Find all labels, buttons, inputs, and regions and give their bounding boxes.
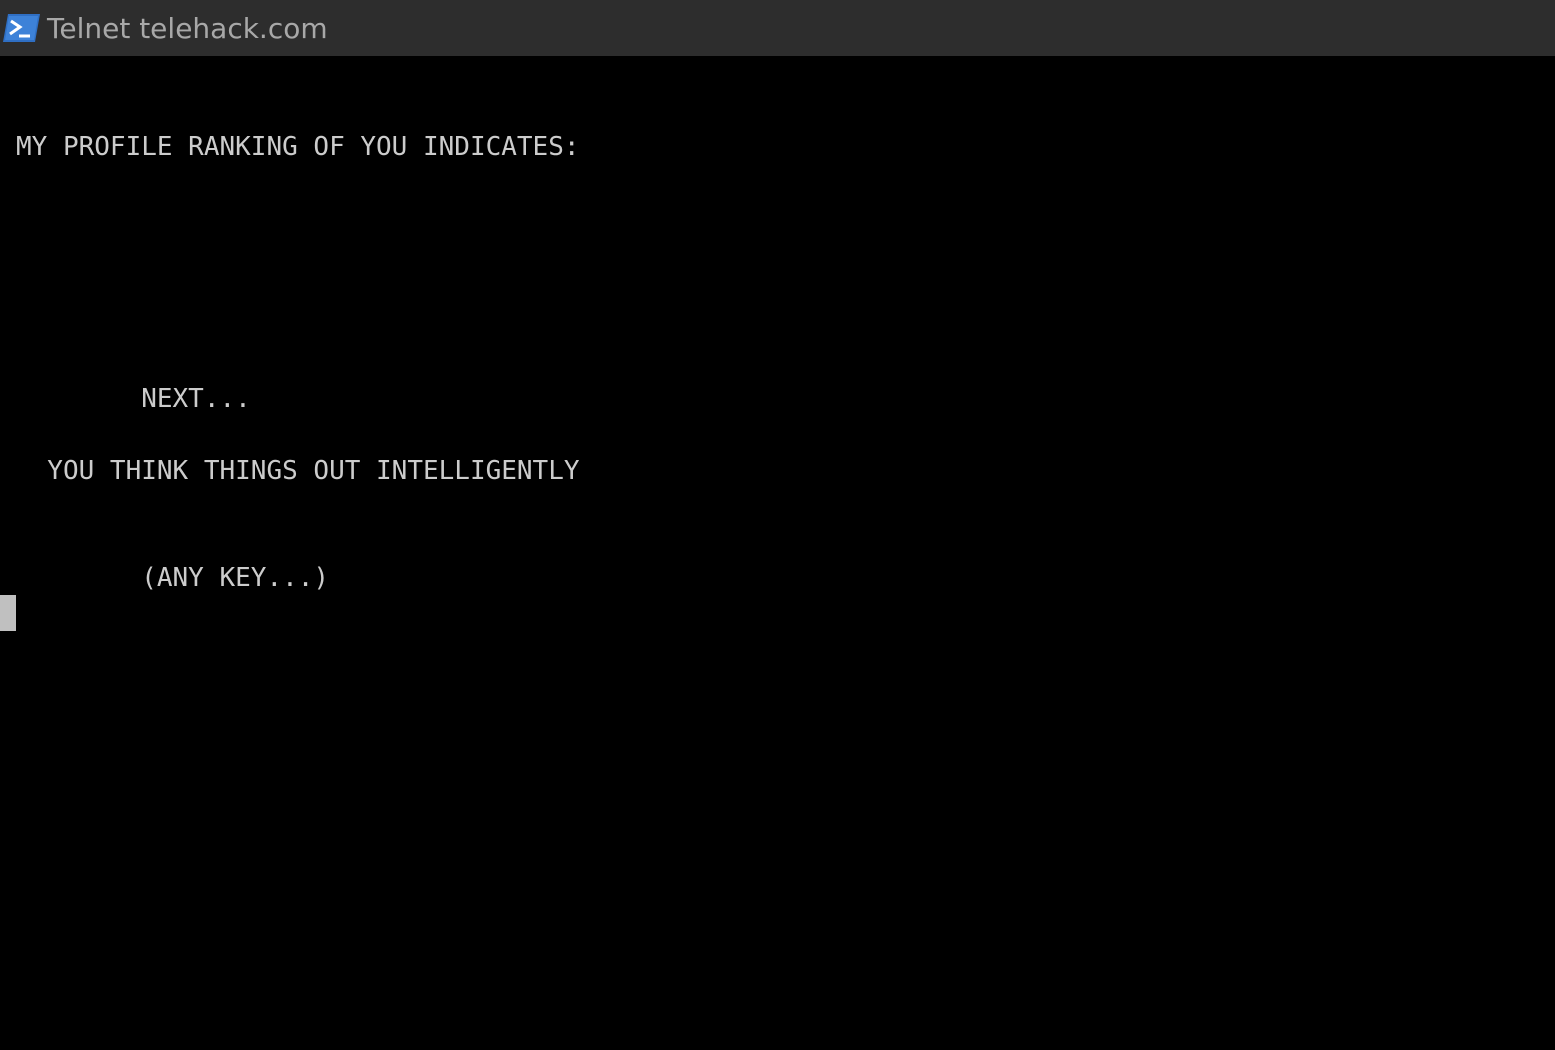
telnet-window: Telnet telehack.com MY PROFILE RANKING O… [0, 0, 1555, 1050]
window-title: Telnet telehack.com [47, 12, 328, 45]
terminal-line: YOU THINK THINGS OUT INTELLIGENTLY [16, 456, 580, 486]
terminal-line: NEXT... [16, 384, 251, 414]
terminal-output[interactable]: MY PROFILE RANKING OF YOU INDICATES: NEX… [0, 56, 1555, 1050]
terminal-app-icon [2, 12, 41, 44]
terminal-line: MY PROFILE RANKING OF YOU INDICATES: [16, 132, 580, 162]
title-bar[interactable]: Telnet telehack.com [0, 0, 1555, 56]
text-cursor [0, 595, 16, 631]
terminal-line: (ANY KEY...) [16, 563, 330, 593]
